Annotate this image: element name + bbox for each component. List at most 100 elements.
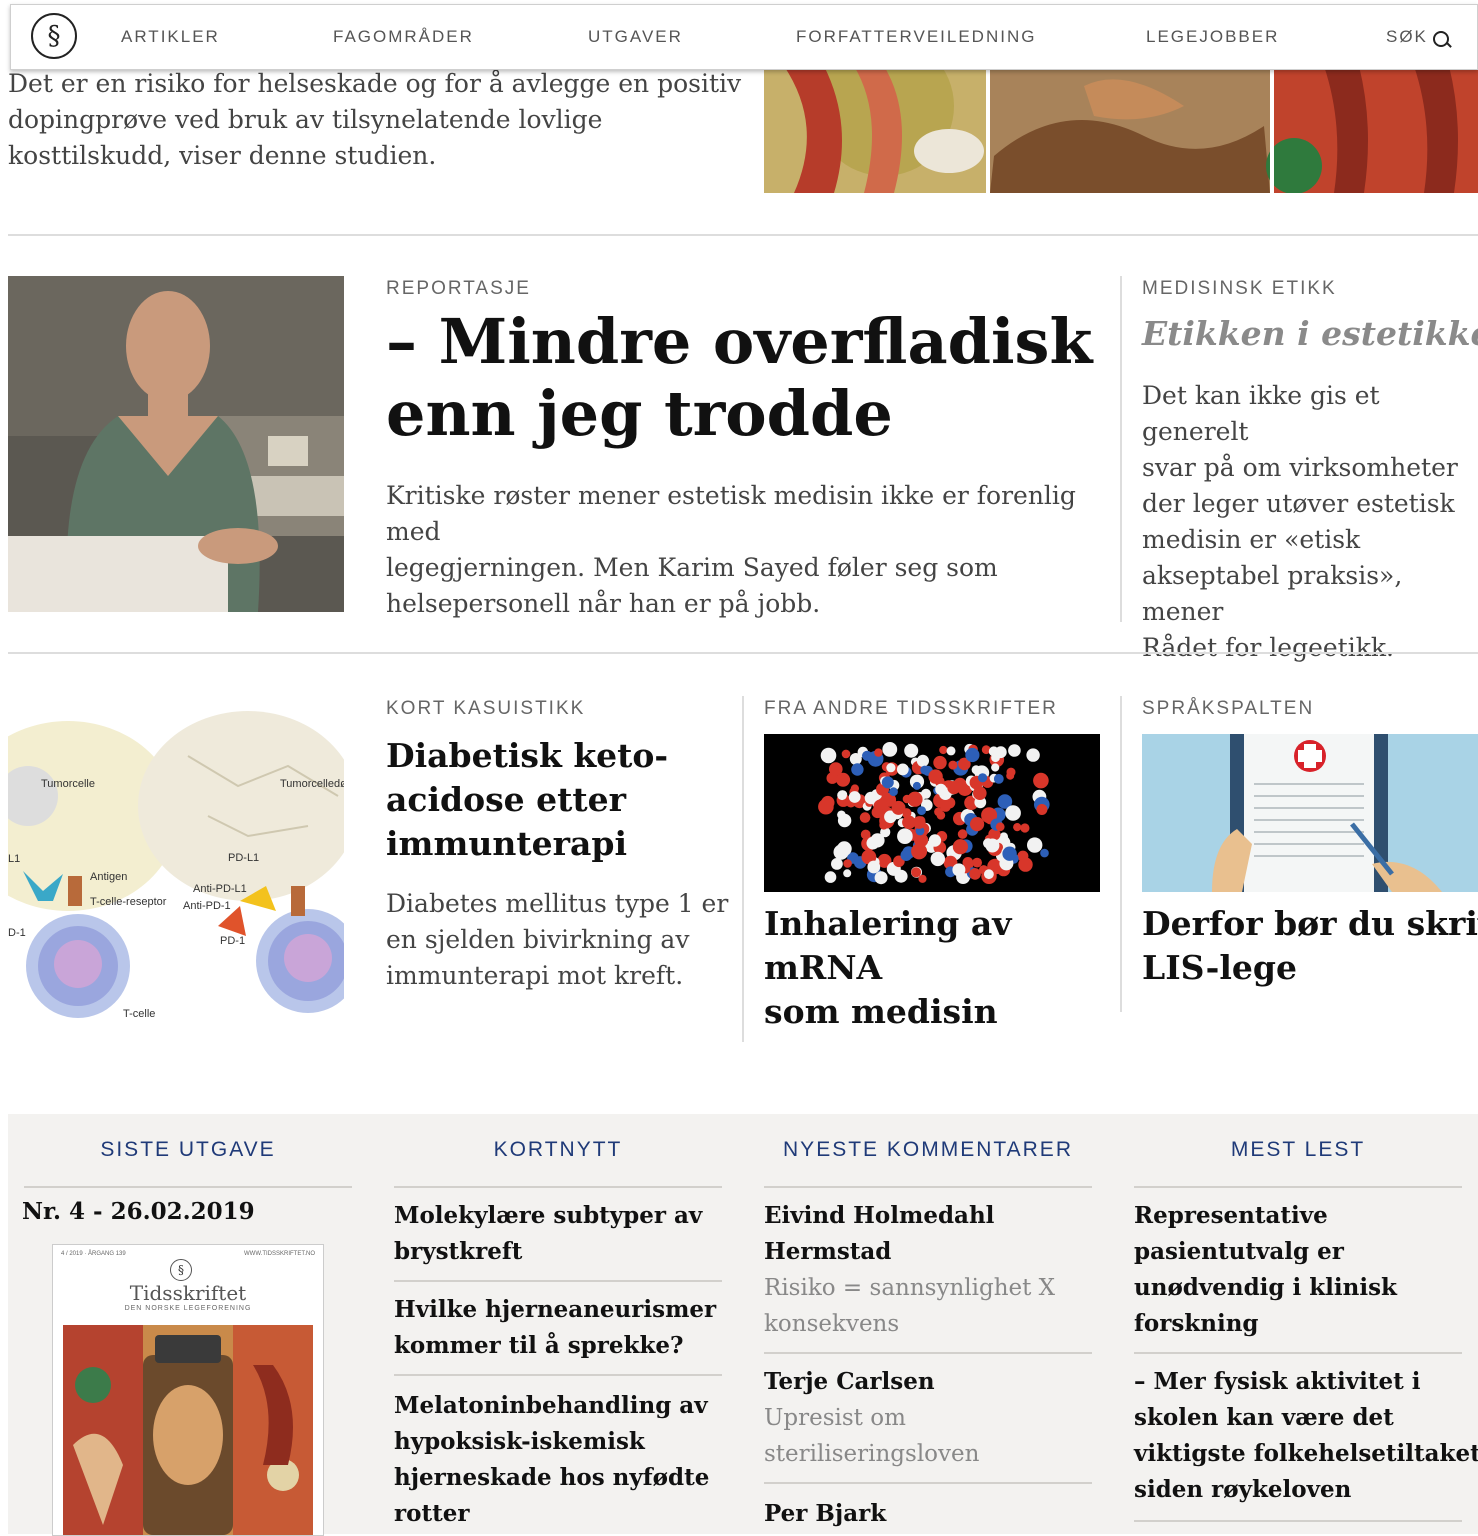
issue-number[interactable]: Nr. 4 - 26.02.2019 — [22, 1198, 255, 1225]
lede-line: Rådet for legeetikk. — [1142, 633, 1394, 662]
comment-author: Terje Carlsen — [764, 1364, 1092, 1400]
item-rule — [1134, 1520, 1462, 1522]
tidsskriftet-logo[interactable]: § — [31, 13, 77, 59]
case-kicker: KORT KASUISTIKK — [386, 698, 586, 719]
nav-forfatterveiledning[interactable]: FORFATTERVEILEDNING — [796, 27, 1036, 47]
lede-line: der leger utøver estetisk — [1142, 489, 1455, 518]
headline-line: Inhalering av mRNA — [764, 904, 1012, 987]
illustration-label: T-celle-reseptor — [90, 896, 167, 908]
illustration-label: D-1 — [8, 927, 26, 939]
most-read-item[interactable]: – Mer fysisk aktivitet i skolen kan være… — [1134, 1364, 1478, 1508]
case-headline[interactable]: Diabetisk keto- acidose etter immunterap… — [386, 734, 726, 866]
cover-logo-icon: § — [170, 1259, 192, 1281]
section-divider — [8, 652, 1478, 654]
feature-lede: Kritiske røster mener estetisk medisin i… — [386, 478, 1106, 622]
language-kicker: SPRÅKSPALTEN — [1142, 698, 1315, 719]
comments-heading[interactable]: NYESTE KOMMENTARER — [764, 1138, 1092, 1162]
nav-legejobber[interactable]: LEGEJOBBER — [1146, 27, 1279, 47]
doping-collage-image[interactable] — [764, 66, 1478, 193]
search-icon[interactable] — [1433, 31, 1449, 47]
most-read-line: pasientutvalg er — [1134, 1238, 1344, 1265]
section-divider — [8, 234, 1478, 236]
item-rule — [1134, 1352, 1462, 1354]
medical-form-illustration[interactable] — [1142, 734, 1478, 892]
lede-line: Det kan ikke gis et generelt — [1142, 381, 1380, 446]
news-heading[interactable]: KORTNYTT — [394, 1138, 722, 1162]
news-item[interactable]: Melatoninbehandling av hypoksisk-iskemis… — [394, 1388, 722, 1532]
comment-item[interactable]: Terje Carlsen Upresist om steriliserings… — [764, 1364, 1092, 1472]
lede-line: Det er en risiko for helseskade og for å… — [8, 69, 742, 98]
news-item-line: Molekylære subtyper av — [394, 1202, 703, 1229]
comment-author: Eivind Holmedahl Hermstad — [764, 1198, 1092, 1270]
cover-publisher: DEN NORSKE LEGEFORENING — [124, 1305, 252, 1312]
language-headline[interactable]: Derfor bør du skrive LIS-lege — [1142, 902, 1478, 990]
news-item-line: brystkreft — [394, 1238, 523, 1265]
illustration-label: L1 — [8, 853, 20, 865]
item-rule — [394, 1374, 722, 1376]
lede-line: kosttilskudd, viser denne studien. — [8, 141, 437, 170]
mrna-molecule-image[interactable] — [764, 734, 1100, 892]
cover-artwork — [63, 1325, 313, 1535]
nav-fagomrader[interactable]: FAGOMRÅDER — [333, 27, 474, 47]
illustration-label: Tumorcelledø — [280, 778, 344, 790]
top-article-lede[interactable]: Det er en risiko for helseskade og for å… — [8, 66, 748, 174]
illustration-label: T-celle — [123, 1008, 155, 1020]
column-rule — [24, 1186, 352, 1188]
news-item[interactable]: Molekylære subtyper av brystkreft — [394, 1198, 722, 1270]
issue-cover[interactable]: 4 / 2019 · ÅRGANG 139 WWW.TIDSSKRIFTET.N… — [52, 1244, 324, 1536]
illustration-label: PD-1 — [220, 935, 245, 947]
headline-line: – Mindre overfladisk — [386, 305, 1093, 378]
feature-headline[interactable]: – Mindre overfladisk enn jeg trodde — [386, 306, 1106, 450]
lede-line: en sjelden bivirkning av — [386, 925, 690, 954]
nav-search[interactable]: SØK — [1386, 27, 1428, 47]
news-item-line: Hvilke hjerneaneurismer — [394, 1296, 717, 1323]
headline-line: LIS-lege — [1142, 948, 1297, 987]
karim-sayed-photo[interactable] — [8, 276, 344, 612]
other-journals-headline[interactable]: Inhalering av mRNA som medisin — [764, 902, 1104, 1034]
comment-item[interactable]: Eivind Holmedahl Hermstad Risiko = sanns… — [764, 1198, 1092, 1342]
item-rule — [764, 1352, 1092, 1354]
lede-line: medisin er «etisk — [1142, 525, 1361, 554]
latest-issue-heading[interactable]: SISTE UTGAVE — [24, 1138, 352, 1162]
nav-utgaver[interactable]: UTGAVER — [588, 27, 683, 47]
author-line: Hermstad — [764, 1238, 892, 1265]
cover-url: WWW.TIDSSKRIFTET.NO — [244, 1251, 315, 1257]
illustration-label: Tumorcelle — [41, 778, 95, 790]
cover-volume: 4 / 2019 · ÅRGANG 139 — [61, 1251, 126, 1257]
news-item-line: hypoksisk-iskemisk — [394, 1428, 645, 1455]
news-item-line: kommer til å sprekke? — [394, 1332, 684, 1359]
headline-line: Diabetisk keto- — [386, 736, 669, 775]
feature-kicker: REPORTASJE — [386, 278, 531, 299]
column-divider — [1120, 276, 1122, 622]
nav-artikler[interactable]: ARTIKLER — [121, 27, 220, 47]
lede-line: legegjerningen. Men Karim Sayed føler se… — [386, 553, 998, 582]
topic-line: Risiko = sannsynlighet X — [764, 1275, 1056, 1301]
news-item[interactable]: Hvilke hjerneaneurismer kommer til å spr… — [394, 1292, 722, 1364]
headline-line: som medisin — [764, 992, 998, 1031]
comment-item[interactable]: Per Bjark — [764, 1496, 1092, 1532]
news-item-line: hjerneskade hos nyfødte — [394, 1464, 710, 1491]
side-feature-kicker: MEDISINSK ETIKK — [1142, 278, 1337, 299]
side-feature-lede: Det kan ikke gis et generelt svar på om … — [1142, 378, 1478, 666]
most-read-line: siden røykeloven — [1134, 1476, 1352, 1503]
item-rule — [394, 1280, 722, 1282]
topic-line: Upresist om — [764, 1405, 906, 1431]
most-read-heading[interactable]: MEST LEST — [1134, 1138, 1462, 1162]
immunotherapy-illustration[interactable]: Tumorcelle Tumorcelledø L1 Antigen T-cel… — [8, 696, 344, 1036]
side-feature-headline[interactable]: Etikken i estetikken — [1142, 314, 1478, 353]
headline-line: acidose etter — [386, 780, 627, 819]
most-read-line: viktigste folkehelsetiltaket — [1134, 1440, 1478, 1467]
lede-line: Diabetes mellitus type 1 er — [386, 889, 729, 918]
headline-line: enn jeg trodde — [386, 377, 893, 450]
column-rule — [394, 1186, 722, 1188]
most-read-line: skolen kan være det — [1134, 1404, 1394, 1431]
item-rule — [764, 1482, 1092, 1484]
most-read-item[interactable]: Representative pasientutvalg er unødvend… — [1134, 1198, 1474, 1342]
lede-line: helsepersonell når han er på jobb. — [386, 589, 821, 618]
most-read-line: forskning — [1134, 1310, 1259, 1337]
illustration-label: Anti-PD-L1 — [193, 883, 247, 895]
case-lede: Diabetes mellitus type 1 er en sjelden b… — [386, 886, 736, 994]
column-divider — [742, 696, 744, 1042]
column-divider — [1120, 696, 1122, 1012]
topic-line: steriliseringsloven — [764, 1441, 980, 1467]
